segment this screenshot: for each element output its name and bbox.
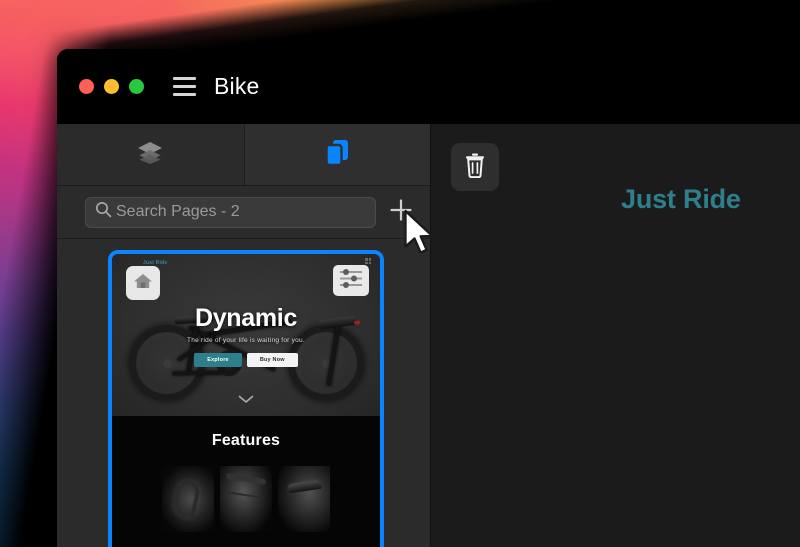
page-thumbnail-card[interactable]: Just Ride Dynamic The ride of your life …: [108, 250, 384, 547]
hamburger-line: [173, 93, 196, 96]
delete-button[interactable]: [451, 143, 499, 191]
chain-shape: [225, 472, 267, 486]
hamburger-menu-icon[interactable]: [173, 77, 196, 96]
chevron-down-icon: [238, 391, 254, 409]
search-placeholder-text: Search Pages - 2: [116, 203, 240, 220]
minimize-button[interactable]: [104, 79, 119, 94]
features-grid: [112, 466, 380, 532]
hamburger-line: [173, 85, 196, 88]
window-titlebar: Bike: [57, 49, 800, 124]
saddle-shape: [287, 479, 323, 494]
trash-icon: [463, 152, 487, 183]
hero-button-group: Explore Buy Now: [194, 352, 298, 367]
hero-title: Dynamic: [194, 303, 298, 332]
features-title: Features: [211, 432, 281, 449]
editor-canvas[interactable]: Just Ride: [431, 124, 800, 547]
app-window: Bike Search Pages - 2 Just Ride Dynamic …: [57, 49, 800, 547]
layers-icon: [137, 140, 163, 169]
feature-image-handlebar: [162, 466, 214, 532]
desktop-wallpaper: Bike Search Pages - 2 Just Ride Dynamic …: [0, 0, 800, 547]
canvas-heading: Just Ride: [621, 184, 741, 214]
thumb-features-section: Features: [112, 416, 380, 547]
close-button[interactable]: [79, 79, 94, 94]
hero-subtitle: The ride of your life is waiting for you…: [187, 336, 305, 344]
feature-image-drivetrain: [220, 466, 272, 532]
tab-layers[interactable]: [57, 124, 244, 185]
search-icon: [95, 201, 112, 223]
traffic-light-controls: [79, 79, 144, 94]
tab-pages[interactable]: [243, 124, 430, 185]
buy-now-button[interactable]: Buy Now: [246, 352, 298, 367]
feature-image-saddle: [278, 466, 330, 532]
hamburger-line: [173, 77, 196, 80]
search-input[interactable]: Search Pages - 2: [85, 196, 376, 228]
thumb-hero-section: Just Ride Dynamic The ride of your life …: [112, 254, 380, 416]
window-title: Bike: [214, 73, 260, 99]
explore-button[interactable]: Explore: [194, 352, 242, 367]
sidebar-tabbar: [57, 124, 430, 186]
maximize-button[interactable]: [129, 79, 144, 94]
handlebar-shape: [170, 477, 202, 521]
search-row: Search Pages - 2: [57, 186, 430, 239]
window-body: Search Pages - 2 Just Ride Dynamic The r…: [57, 124, 800, 547]
pages-sidebar: Search Pages - 2 Just Ride Dynamic The r…: [57, 124, 431, 547]
page-list[interactable]: Just Ride Dynamic The ride of your life …: [57, 239, 430, 547]
pages-icon: [325, 139, 350, 171]
plus-icon: [388, 197, 414, 228]
add-page-button[interactable]: [382, 193, 420, 231]
